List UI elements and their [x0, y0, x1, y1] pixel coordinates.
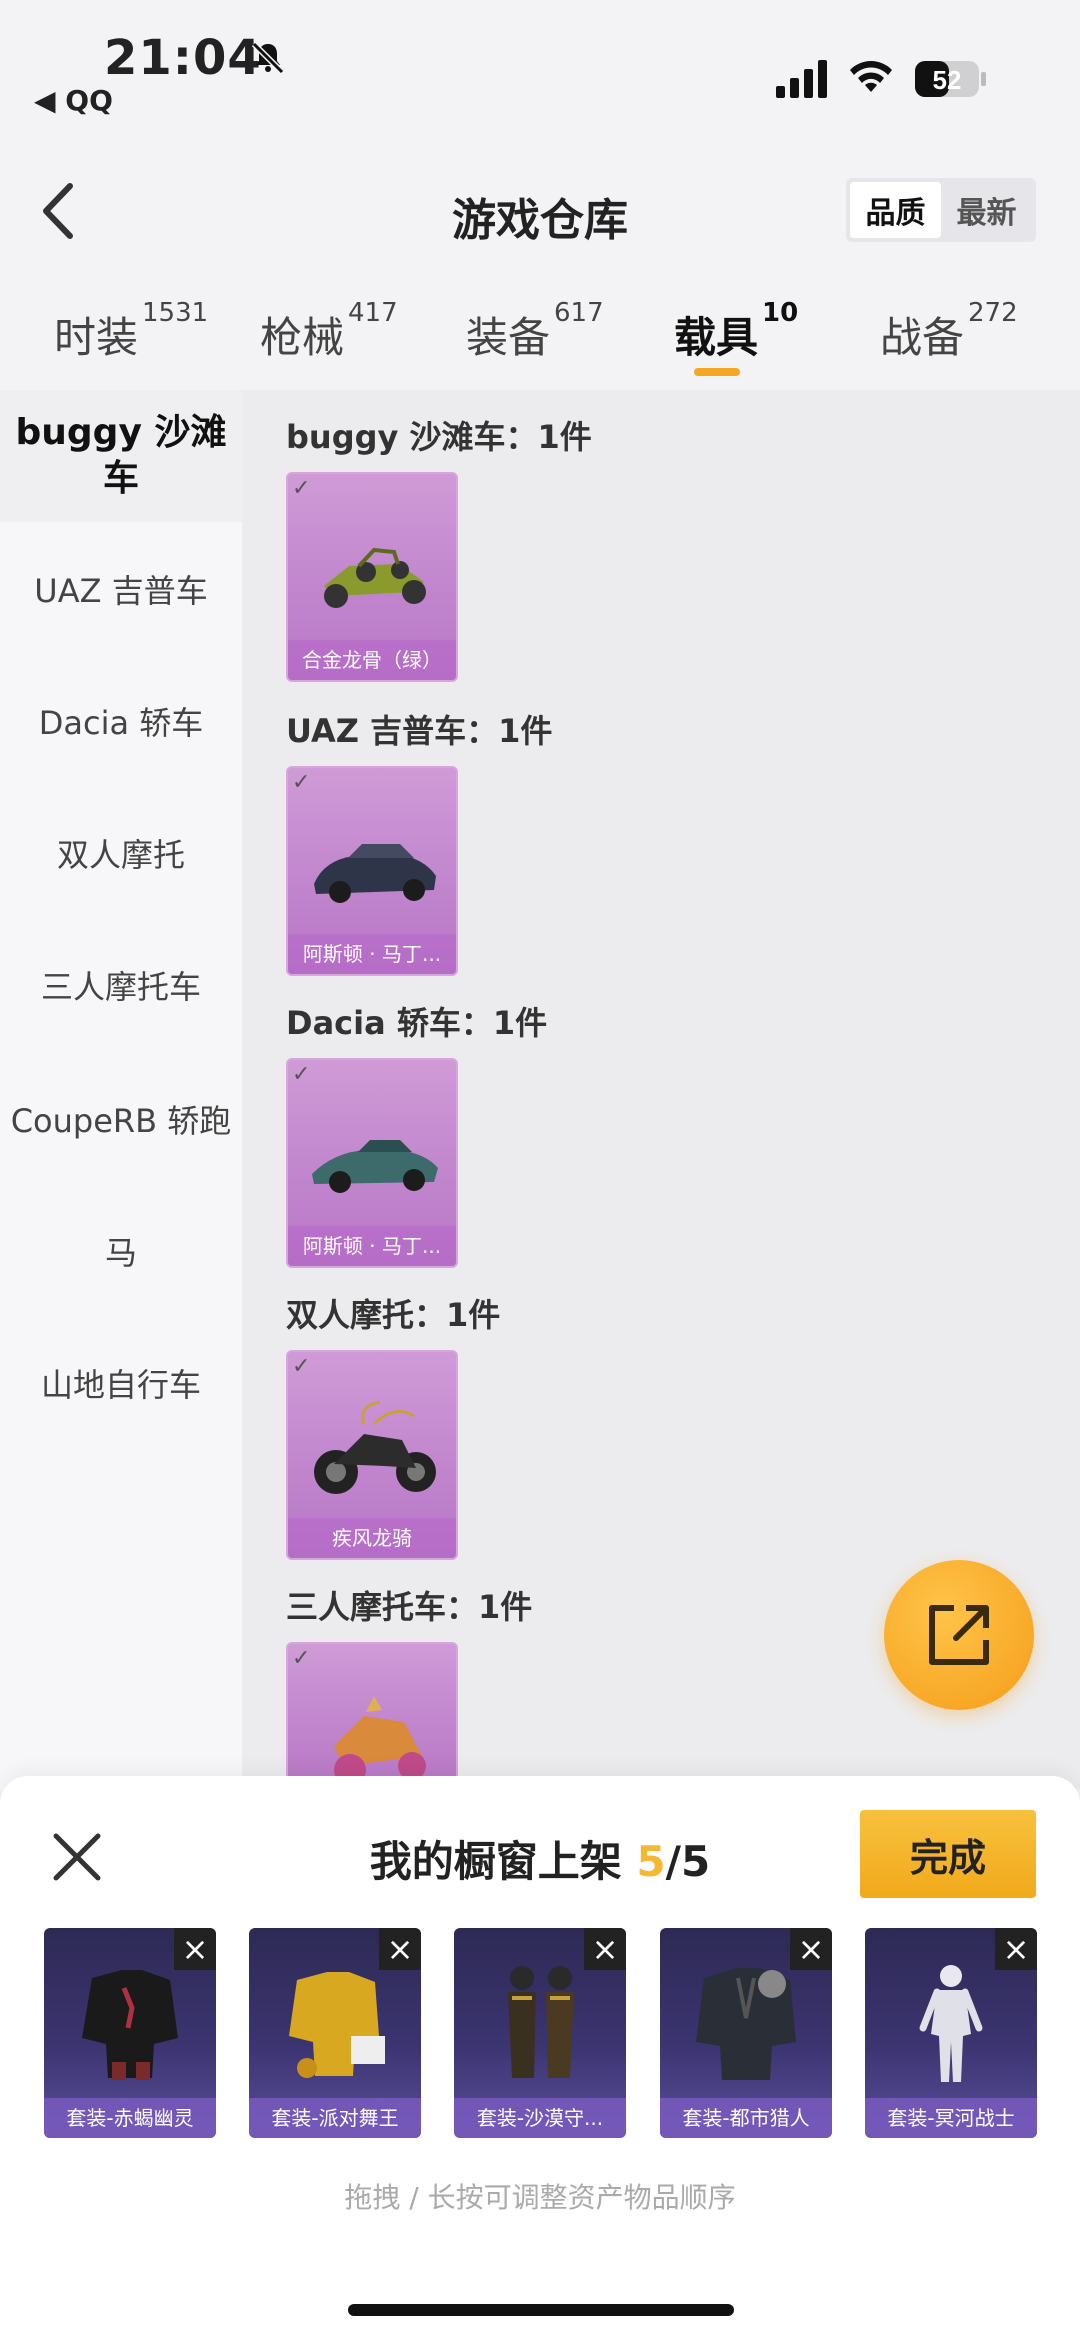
tab-count: 1531	[142, 298, 209, 328]
wifi-icon	[850, 61, 892, 92]
outfit-image-icon	[696, 1968, 796, 2080]
sidebar-item-three-seat-moto[interactable]: 三人摩托车	[0, 962, 242, 1008]
showcase-count: 5	[636, 1837, 666, 1886]
showcase-item-label: 套装-派对舞王	[249, 2098, 421, 2138]
tab-label: 枪械	[260, 313, 345, 362]
vehicle-card-buggy[interactable]: ✓ 合金龙骨（绿）	[286, 472, 458, 682]
showcase-item-label: 套装-沙漠守...	[454, 2098, 626, 2138]
status-time: 21:04	[104, 30, 262, 86]
showcase-item-label: 套装-赤蝎幽灵	[44, 2098, 216, 2138]
car-image-icon	[312, 1140, 438, 1193]
sidebar-item-two-seat-moto[interactable]: 双人摩托	[0, 830, 242, 876]
sort-by-newest[interactable]: 最新	[941, 182, 1032, 238]
showcase-item[interactable]: × 套装-沙漠守...	[454, 1928, 626, 2138]
outfit-image-icon	[919, 1965, 983, 2082]
tab-count: 272	[968, 298, 1018, 328]
car-image-icon	[314, 844, 436, 903]
sidebar-item-dacia[interactable]: Dacia 轿车	[0, 698, 242, 744]
vehicle-card-dacia[interactable]: ✓ 阿斯顿 · 马丁...	[286, 1058, 458, 1268]
tab-label: 装备	[466, 313, 551, 362]
motorcycle-image-icon	[314, 1400, 436, 1494]
buggy-image-icon	[324, 547, 426, 608]
done-button[interactable]: 完成	[860, 1810, 1036, 1898]
vehicle-card-two-seat-moto[interactable]: ✓ 疾风龙骑	[286, 1350, 458, 1560]
tab-supplies[interactable]: 战备 272	[880, 298, 1018, 365]
sidebar-item-couperb[interactable]: CoupeRB 轿跑	[0, 1096, 242, 1142]
outfit-image-icon	[289, 1972, 385, 2078]
outfit-image-icon	[82, 1970, 178, 2080]
showcase-item-label: 套装-冥河战士	[865, 2098, 1037, 2138]
page-header: 游戏仓库 品质 最新	[0, 150, 1080, 270]
category-tabs: 时装 1531 枪械 417 装备 617 载具 10 战备 272	[0, 290, 1080, 390]
check-icon: ✓	[292, 1646, 311, 1671]
vehicle-card-three-seat-moto[interactable]: ✓	[286, 1642, 458, 1790]
check-icon: ✓	[292, 476, 311, 501]
battery-level: 52	[933, 65, 962, 95]
vehicle-name: 疾风龙骑	[288, 1518, 456, 1558]
app-root: 21:04 ◀ QQ 52 游戏仓库 品质 最新 时装 1531 枪械 417 …	[0, 0, 1080, 2341]
outfit-image-icon	[508, 1966, 574, 2078]
tab-fashion[interactable]: 时装 1531	[54, 298, 208, 365]
tab-equipment[interactable]: 装备 617	[466, 298, 604, 365]
status-bar: 21:04 ◀ QQ 52	[0, 0, 1080, 130]
home-indicator[interactable]	[348, 2304, 734, 2316]
tab-weapons[interactable]: 枪械 417	[260, 298, 398, 365]
showcase-item-label: 套装-都市猎人	[660, 2098, 832, 2138]
check-icon: ✓	[292, 1354, 311, 1379]
tab-count: 617	[554, 298, 604, 328]
share-external-icon	[929, 1605, 989, 1665]
showcase-item[interactable]: × 套装-冥河战士	[865, 1928, 1037, 2138]
tab-label: 载具	[674, 313, 759, 362]
reorder-hint: 拖拽 / 长按可调整资产物品顺序	[344, 2181, 736, 2214]
active-tab-indicator	[694, 368, 740, 376]
vehicle-name: 合金龙骨（绿）	[288, 640, 456, 680]
tab-label: 战备	[880, 313, 965, 362]
sidebar-item-uaz[interactable]: UAZ 吉普车	[0, 566, 242, 612]
sort-toggle: 品质 最新	[846, 178, 1036, 242]
group-label-dacia: Dacia 轿车：1件	[286, 1004, 548, 1042]
sidebar-item-mountain-bike[interactable]: 山地自行车	[0, 1360, 242, 1406]
back-to-app-link[interactable]: ◀ QQ	[34, 84, 113, 117]
showcase-total: /5	[665, 1837, 711, 1886]
group-label-three-seat-moto: 三人摩托车：1件	[286, 1588, 533, 1626]
showcase-item[interactable]: × 套装-都市猎人	[660, 1928, 832, 2138]
tab-vehicles[interactable]: 载具 10	[674, 298, 798, 365]
vehicle-name: 阿斯顿 · 马丁...	[288, 934, 456, 974]
group-label-buggy: buggy 沙滩车：1件	[286, 418, 592, 456]
sort-by-quality[interactable]: 品质	[850, 182, 941, 238]
share-fab-button[interactable]	[884, 1560, 1034, 1710]
vehicle-type-sidebar: buggy 沙滩车 UAZ 吉普车 Dacia 轿车 双人摩托 三人摩托车 Co…	[0, 390, 242, 1790]
tab-label: 时装	[54, 313, 139, 362]
vehicle-name: 阿斯顿 · 马丁...	[288, 1226, 456, 1266]
showcase-bottom-sheet: 我的橱窗上架 5/5 完成 × 套装-赤蝎幽灵 × 套装-派对舞王 × 套装-沙…	[0, 1776, 1080, 2341]
showcase-item[interactable]: × 套装-赤蝎幽灵	[44, 1928, 216, 2138]
motorcycle-image-icon	[334, 1696, 426, 1786]
tab-count: 417	[348, 298, 398, 328]
check-icon: ✓	[292, 770, 311, 795]
mute-bell-icon	[251, 41, 285, 75]
showcase-item[interactable]: × 套装-派对舞王	[249, 1928, 421, 2138]
check-icon: ✓	[292, 1062, 311, 1087]
vehicle-card-uaz[interactable]: ✓ 阿斯顿 · 马丁...	[286, 766, 458, 976]
sidebar-item-horse[interactable]: 马	[0, 1228, 242, 1274]
group-label-two-seat-moto: 双人摩托：1件	[286, 1296, 501, 1334]
tab-count: 10	[762, 298, 799, 328]
group-label-uaz: UAZ 吉普车：1件	[286, 712, 553, 750]
sidebar-item-buggy[interactable]: buggy 沙滩车	[0, 390, 242, 522]
showcase-title-text: 我的橱窗上架	[369, 1837, 622, 1886]
battery-icon: 52	[915, 61, 986, 97]
cellular-signal-icon	[776, 60, 827, 98]
